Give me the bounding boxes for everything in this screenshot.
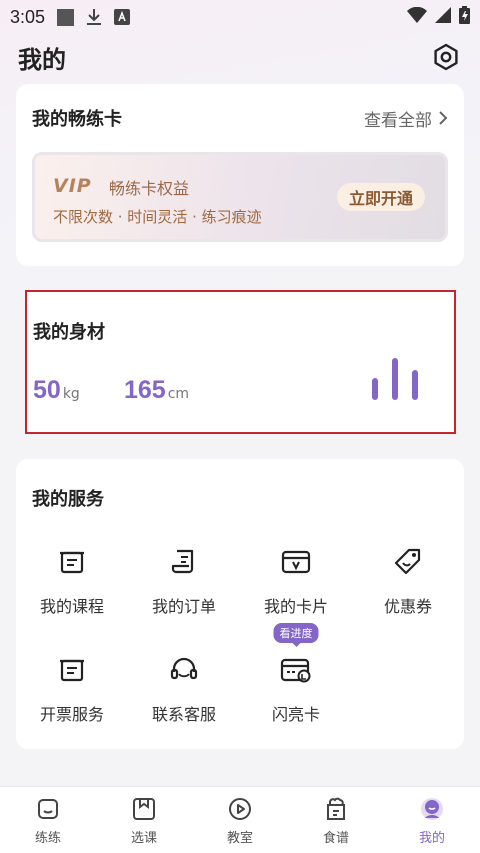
- service-my-orders[interactable]: 我的订单: [128, 545, 240, 617]
- service-label: 优惠券: [383, 597, 432, 616]
- courses-icon: [130, 795, 158, 823]
- signal-icon: [435, 6, 451, 28]
- nav-label: 食谱: [322, 831, 349, 846]
- coupon-icon: [391, 545, 425, 579]
- height-metric: 165 cm: [124, 376, 189, 405]
- headset-icon: [167, 653, 201, 687]
- download-icon: [86, 8, 102, 26]
- nav-item-courses[interactable]: 选课: [96, 787, 192, 853]
- chevron-right-icon: [439, 111, 448, 125]
- nav-item-classroom[interactable]: 教室: [192, 787, 288, 853]
- service-label: 闪亮卡: [271, 705, 320, 724]
- settings-button[interactable]: [430, 41, 462, 73]
- subscription-card: 我的畅练卡 查看全部 VIP 畅练卡权益 不限次数 · 时间灵活 · 练习痕迹 …: [16, 84, 464, 266]
- shine-card-icon: [279, 653, 313, 687]
- notification-square-icon: [57, 8, 75, 26]
- bar-chart-icon: [372, 358, 418, 400]
- page-header: 我的: [0, 36, 480, 78]
- nav-label: 练练: [34, 831, 61, 846]
- service-my-courses[interactable]: 我的课程: [16, 545, 128, 617]
- height-unit: cm: [167, 386, 190, 402]
- progress-badge: 看进度: [273, 623, 319, 647]
- activate-button[interactable]: 立即开通: [336, 183, 425, 211]
- body-title: 我的身材: [33, 322, 105, 343]
- status-time: 3:05: [10, 6, 46, 27]
- weight-value: 50: [33, 376, 61, 404]
- service-invoice[interactable]: 开票服务: [16, 653, 128, 725]
- services-card: 我的服务 我的课程 我的订单 我的卡片 优惠券 开票服务 联系客服 看进度 闪亮…: [16, 459, 464, 749]
- nav-label: 选课: [130, 831, 157, 846]
- body-stats-card[interactable]: 我的身材 50 kg 165 cm: [25, 290, 456, 434]
- nav-item-practice[interactable]: 练练: [0, 787, 96, 853]
- recipes-icon: [322, 795, 350, 823]
- service-label: 我的订单: [151, 597, 216, 616]
- nav-label: 教室: [226, 831, 253, 846]
- services-title: 我的服务: [32, 489, 104, 510]
- service-shine-card[interactable]: 看进度 闪亮卡: [240, 623, 352, 725]
- service-customer-support[interactable]: 联系客服: [128, 653, 240, 725]
- view-all-label: 查看全部: [364, 110, 432, 131]
- nav-item-mine[interactable]: 我的: [384, 787, 480, 853]
- vip-tag: VIP: [53, 175, 92, 197]
- service-label: 我的卡片: [263, 597, 328, 616]
- view-all-link[interactable]: 查看全部: [364, 106, 448, 131]
- weight-unit: kg: [62, 386, 80, 402]
- subscription-title: 我的畅练卡: [32, 109, 122, 130]
- bottom-nav: 练练 选课 教室 食谱 我的: [0, 786, 480, 853]
- service-coupons[interactable]: 优惠券: [352, 545, 464, 617]
- weight-metric: 50 kg: [33, 376, 80, 405]
- vip-title: 畅练卡权益: [109, 179, 190, 198]
- settings-icon: [434, 43, 458, 71]
- service-label: 我的课程: [39, 597, 104, 616]
- height-value: 165: [124, 376, 166, 404]
- service-my-cards[interactable]: 我的卡片: [240, 545, 352, 617]
- invoice-icon: [55, 653, 89, 687]
- nav-item-recipes[interactable]: 食谱: [288, 787, 384, 853]
- nav-label: 我的: [418, 831, 445, 846]
- service-label: 开票服务: [39, 705, 104, 724]
- battery-icon: [459, 5, 470, 29]
- profile-icon: [418, 795, 446, 823]
- order-icon: [167, 545, 201, 579]
- classroom-icon: [226, 795, 254, 823]
- service-label: 联系客服: [151, 705, 216, 724]
- card-icon: [279, 545, 313, 579]
- wifi-icon: [407, 6, 427, 28]
- vip-banner[interactable]: VIP 畅练卡权益 不限次数 · 时间灵活 · 练习痕迹 立即开通: [32, 152, 448, 242]
- practice-icon: [34, 795, 62, 823]
- status-bar: 3:05: [0, 0, 480, 34]
- vip-subtitle: 不限次数 · 时间灵活 · 练习痕迹: [53, 208, 262, 226]
- app-notification-icon: [114, 9, 131, 25]
- page-title: 我的: [18, 45, 66, 74]
- course-icon: [55, 545, 89, 579]
